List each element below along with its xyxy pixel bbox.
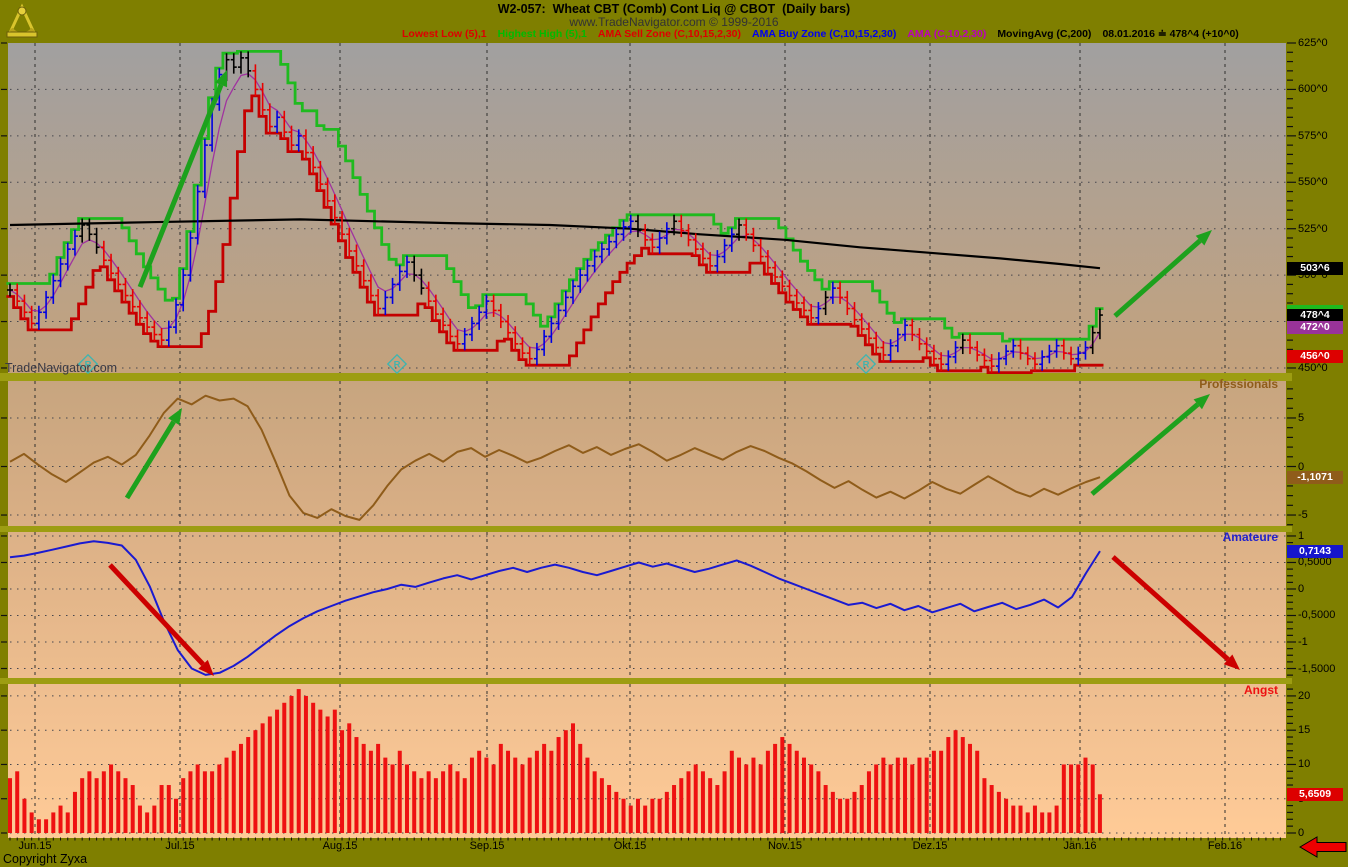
panel-divider — [0, 526, 1292, 532]
chart-canvas[interactable]: RRR — [0, 0, 1348, 867]
panel-divider — [0, 678, 1292, 684]
amateure-panel-background — [8, 532, 1286, 678]
left-arrow-icon — [1300, 837, 1346, 857]
main-panel-background — [8, 43, 1286, 373]
panel-divider — [0, 373, 1292, 381]
professionals-panel-background — [8, 381, 1286, 526]
trade-navigator-window: W2-057: Wheat CBT (Comb) Cont Liq @ CBOT… — [0, 0, 1348, 867]
svg-text:R: R — [863, 360, 870, 371]
svg-text:R: R — [85, 360, 92, 371]
svg-text:R: R — [394, 360, 401, 371]
